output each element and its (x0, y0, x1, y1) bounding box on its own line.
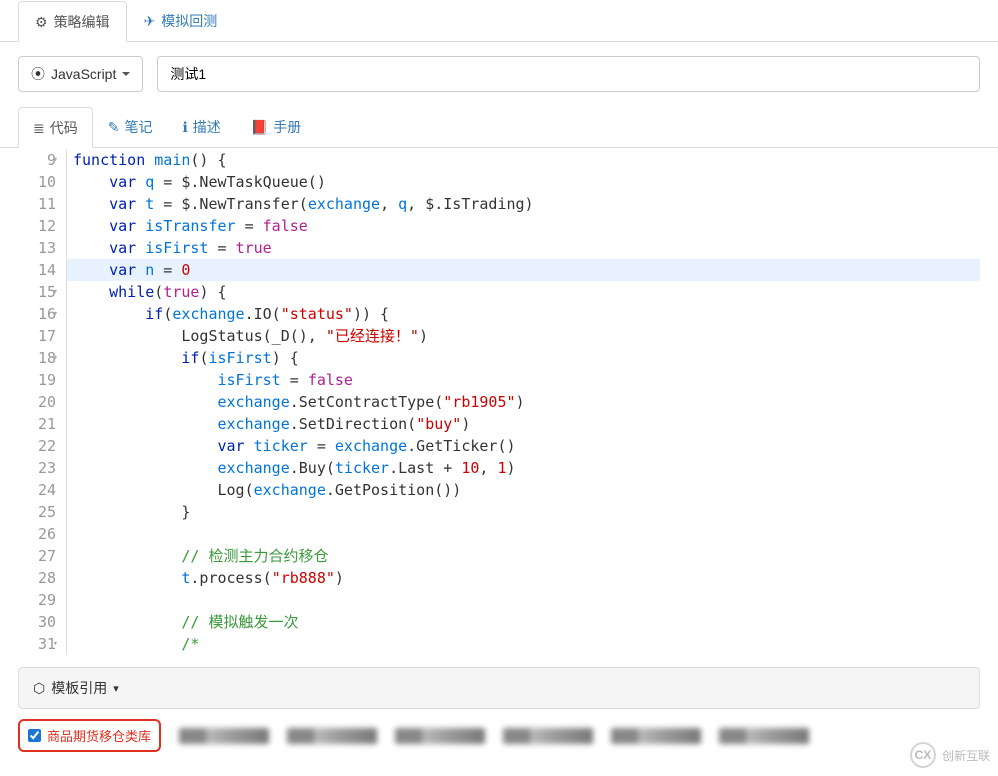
tab-description[interactable]: ℹ 描述 (167, 106, 235, 147)
code-line[interactable]: var t = $.NewTransfer(exchange, q, $.IsT… (67, 193, 980, 215)
watermark-logo: CX (910, 742, 936, 768)
line-number: 27 (18, 545, 56, 567)
code-line[interactable]: isFirst = false (67, 369, 980, 391)
template-item-blurred (395, 728, 485, 744)
code-line[interactable]: var n = 0 (67, 259, 980, 281)
sub-tabs: ≣ 代码 ✎ 笔记 ℹ 描述 📕 手册 (0, 106, 998, 148)
code-icon: ⦿ (31, 64, 45, 84)
code-line[interactable]: exchange.SetContractType("rb1905") (67, 391, 980, 413)
code-line[interactable] (67, 589, 980, 611)
code-line[interactable]: var ticker = exchange.GetTicker() (67, 435, 980, 457)
line-number: 29 (18, 589, 56, 611)
line-number: 31▾ (18, 633, 56, 655)
watermark: CX 创新互联 (910, 742, 990, 768)
chevron-down-icon (122, 72, 130, 80)
line-gutter: 9▾101112131415▾16▾1718▾19202122232425262… (18, 149, 66, 655)
plane-icon: ✈ (144, 13, 156, 30)
line-number: 18▾ (18, 347, 56, 369)
template-item-blurred (719, 728, 809, 744)
code-area[interactable]: function main() { var q = $.NewTaskQueue… (66, 149, 980, 655)
info-icon: ℹ (182, 119, 187, 136)
line-number: 23 (18, 457, 56, 479)
line-number: 28 (18, 567, 56, 589)
line-number: 15▾ (18, 281, 56, 303)
code-line[interactable]: function main() { (67, 149, 980, 171)
code-line[interactable]: var isFirst = true (67, 237, 980, 259)
code-editor[interactable]: 9▾101112131415▾16▾1718▾19202122232425262… (0, 149, 998, 655)
main-tabs: ⚙ 策略编辑 ✈ 模拟回测 (0, 0, 998, 42)
toolbar: ⦿ JavaScript (0, 42, 998, 106)
line-number: 11 (18, 193, 56, 215)
code-line[interactable] (67, 523, 980, 545)
edit-icon: ✎ (108, 119, 120, 136)
line-number: 10 (18, 171, 56, 193)
line-number: 14 (18, 259, 56, 281)
tab-label: 描述 (193, 117, 221, 137)
code-line[interactable]: exchange.SetDirection("buy") (67, 413, 980, 435)
template-checkbox[interactable] (28, 729, 41, 742)
line-number: 16▾ (18, 303, 56, 325)
code-line[interactable]: t.process("rb888") (67, 567, 980, 589)
gear-icon: ⚙ (35, 14, 48, 31)
tab-backtest[interactable]: ✈ 模拟回测 (127, 0, 235, 41)
line-number: 26 (18, 523, 56, 545)
line-number: 22 (18, 435, 56, 457)
fold-icon[interactable]: ▾ (53, 633, 58, 655)
code-line[interactable]: } (67, 501, 980, 523)
template-item-blurred (611, 728, 701, 744)
line-number: 25 (18, 501, 56, 523)
fold-icon[interactable]: ▾ (53, 303, 58, 325)
language-label: JavaScript (51, 66, 116, 82)
tab-manual[interactable]: 📕 手册 (236, 106, 316, 147)
chevron-down-icon: ▾ (113, 682, 119, 695)
line-number: 21 (18, 413, 56, 435)
module-icon: ⬡ (33, 680, 45, 697)
code-line[interactable]: LogStatus(_D(), "已经连接！") (67, 325, 980, 347)
code-line[interactable]: if(exchange.IO("status")) { (67, 303, 980, 325)
code-line[interactable]: var isTransfer = false (67, 215, 980, 237)
strategy-name-input[interactable] (157, 56, 980, 92)
code-line[interactable]: while(true) { (67, 281, 980, 303)
tab-label: 模拟回测 (161, 11, 217, 31)
code-line[interactable]: /* (67, 633, 980, 655)
code-line[interactable]: var q = $.NewTaskQueue() (67, 171, 980, 193)
code-line[interactable]: if(isFirst) { (67, 347, 980, 369)
fold-icon[interactable]: ▾ (53, 149, 58, 171)
tab-strategy-edit[interactable]: ⚙ 策略编辑 (18, 1, 127, 42)
line-number: 19 (18, 369, 56, 391)
code-line[interactable]: exchange.Buy(ticker.Last + 10, 1) (67, 457, 980, 479)
template-reference-toggle[interactable]: ⬡ 模板引用 ▾ (18, 667, 980, 709)
tab-label: 策略编辑 (54, 12, 110, 32)
code-line[interactable]: Log(exchange.GetPosition()) (67, 479, 980, 501)
template-item-checked[interactable]: 商品期货移仓类库 (18, 719, 161, 752)
code-line[interactable]: // 模拟触发一次 (67, 611, 980, 633)
tab-notes[interactable]: ✎ 笔记 (93, 106, 168, 147)
book-icon: 📕 (251, 119, 268, 136)
language-dropdown[interactable]: ⦿ JavaScript (18, 56, 143, 92)
watermark-text: 创新互联 (942, 747, 990, 764)
line-number: 20 (18, 391, 56, 413)
fold-icon[interactable]: ▾ (53, 281, 58, 303)
template-label: 商品期货移仓类库 (47, 726, 151, 745)
template-ref-label: 模板引用 (51, 678, 107, 698)
template-items: 商品期货移仓类库 (18, 719, 980, 752)
line-number: 9▾ (18, 149, 56, 171)
line-number: 13 (18, 237, 56, 259)
fold-icon[interactable]: ▾ (53, 347, 58, 369)
tab-label: 手册 (273, 117, 301, 137)
template-item-blurred (179, 728, 269, 744)
tab-label: 代码 (50, 118, 78, 138)
line-number: 17 (18, 325, 56, 347)
tab-label: 笔记 (124, 117, 152, 137)
line-number: 12 (18, 215, 56, 237)
template-item-blurred (287, 728, 377, 744)
line-number: 24 (18, 479, 56, 501)
list-icon: ≣ (33, 120, 45, 137)
template-item-blurred (503, 728, 593, 744)
tab-code[interactable]: ≣ 代码 (18, 107, 93, 148)
line-number: 30 (18, 611, 56, 633)
code-line[interactable]: // 检测主力合约移仓 (67, 545, 980, 567)
